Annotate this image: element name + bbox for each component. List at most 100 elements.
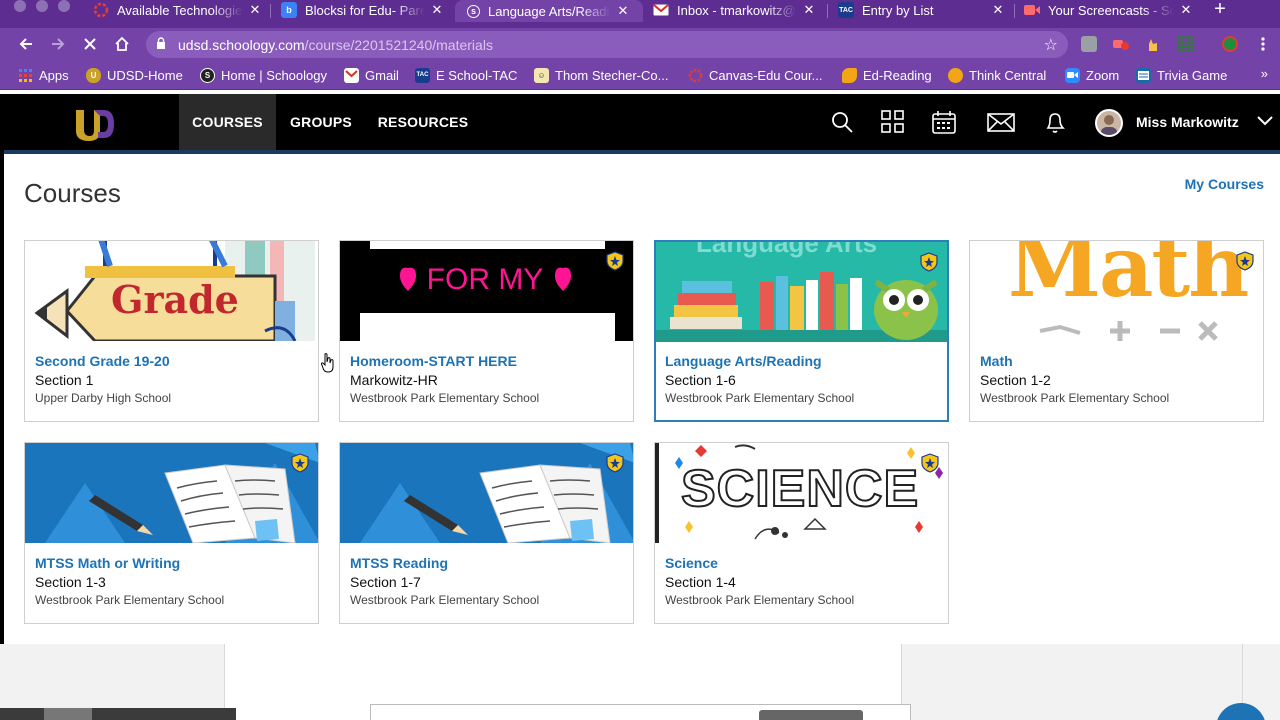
profile-extension-icon[interactable] — [1222, 36, 1238, 52]
language-arts-image-text: Language Arts — [696, 242, 878, 258]
tab-title: Entry by List — [862, 2, 934, 18]
back-icon[interactable] — [14, 32, 38, 56]
course-section: Section 1-2 — [980, 372, 1051, 388]
course-name[interactable]: Science — [665, 555, 718, 571]
gmail-icon — [653, 2, 669, 18]
bookmark-zoom[interactable]: Zoom — [1065, 67, 1119, 83]
browser-tab[interactable]: Available Technologies ✕ — [93, 0, 263, 20]
course-card-language-arts[interactable]: Language Arts Language Arts/Reading Sect… — [654, 240, 949, 422]
nav-groups[interactable]: GROUPS — [276, 94, 366, 150]
zoom-icon — [1065, 67, 1080, 83]
chevron-down-icon[interactable] — [1256, 114, 1274, 128]
hand-cursor-icon — [320, 353, 335, 373]
tab-title: Inbox - tmarkowitz@u — [677, 2, 797, 18]
course-name[interactable]: Second Grade 19-20 — [35, 353, 170, 369]
course-school: Westbrook Park Elementary School — [980, 391, 1170, 405]
verified-badge-icon — [605, 251, 625, 271]
canvas-icon — [688, 68, 703, 83]
grade-image-text: Grade — [111, 277, 239, 322]
new-tab-icon[interactable]: + — [1210, 0, 1230, 21]
bookmark-label: Ed-Reading — [863, 67, 932, 83]
schoology-icon: s — [467, 4, 480, 18]
extension-k-icon[interactable] — [1081, 36, 1097, 52]
bookmark-label: E School-TAC — [436, 67, 518, 83]
tab-title: Language Arts/Reading — [488, 3, 611, 19]
window-minimize-dot[interactable] — [36, 0, 48, 12]
nav-courses[interactable]: COURSES — [179, 94, 276, 150]
bookmark-trivia-game[interactable]: Trivia Game — [1136, 67, 1227, 83]
notifications-bell-icon[interactable] — [1043, 110, 1067, 134]
course-card-homeroom[interactable]: FOR MY Homeroom-START HERE Markowitz-HR … — [339, 240, 634, 422]
bookmark-eschool-tac[interactable]: TAC E School-TAC — [415, 67, 517, 83]
forward-icon[interactable] — [46, 32, 70, 56]
apps-grid-icon[interactable] — [881, 110, 905, 134]
nav-resources[interactable]: RESOURCES — [366, 94, 480, 150]
red-circle-icon — [93, 2, 109, 18]
url-text: udsd.schoology.com/course/2201521240/mat… — [178, 36, 493, 53]
tab-close-icon[interactable]: ✕ — [801, 2, 817, 18]
for-my-image-text: FOR MY — [426, 263, 544, 296]
course-name[interactable]: Math — [980, 353, 1013, 369]
avatar[interactable] — [1095, 109, 1123, 137]
window-zoom-dot[interactable] — [58, 0, 70, 12]
bookmarks-overflow-icon[interactable]: » — [1261, 66, 1268, 81]
messages-icon[interactable] — [987, 110, 1015, 134]
user-name[interactable]: Miss Markowitz — [1136, 114, 1239, 130]
verified-badge-icon — [919, 252, 939, 272]
bookmark-apps[interactable]: Apps — [18, 67, 69, 83]
bookmark-thom-stecher[interactable]: ☺ Thom Stecher-Co... — [534, 67, 668, 83]
bookmark-label: Zoom — [1086, 67, 1120, 83]
bookmark-label: Think Central — [969, 67, 1047, 83]
address-bar[interactable]: udsd.schoology.com/course/2201521240/mat… — [146, 31, 1068, 58]
course-section: Section 1 — [35, 372, 94, 388]
search-icon[interactable] — [830, 110, 854, 134]
bookmark-ed-reading[interactable]: Ed-Reading — [842, 67, 932, 83]
course-card-science[interactable]: SCIENCE Science Section 1-4 Westbrook Pa… — [654, 442, 949, 624]
district-logo[interactable] — [72, 106, 116, 142]
course-card-second-grade[interactable]: Grade Second Grade 19-20 Section 1 Upper… — [24, 240, 319, 422]
course-section: Section 1-6 — [665, 372, 736, 388]
bookmark-udsd-home[interactable]: U UDSD-Home — [86, 67, 183, 83]
course-card-mtss-math-writing[interactable]: MTSS Math or Writing Section 1-3 Westbro… — [24, 442, 319, 624]
browser-tab[interactable]: TAC Entry by List ✕ — [838, 0, 1006, 20]
popup-dialog-button[interactable] — [759, 710, 863, 720]
course-school: Westbrook Park Elementary School — [665, 593, 855, 607]
bookmark-schoology[interactable]: S Home | Schoology — [200, 67, 327, 83]
course-name[interactable]: MTSS Math or Writing — [35, 555, 180, 571]
left-toolbar-strip — [0, 708, 236, 720]
course-image-open-book-pencil — [25, 443, 318, 543]
bookmark-gmail[interactable]: Gmail — [344, 67, 399, 83]
window-close-dot[interactable] — [14, 0, 26, 12]
bookmark-think-central[interactable]: Think Central — [948, 67, 1046, 83]
browser-menu-icon[interactable] — [1251, 32, 1275, 56]
screencastify-extension-icon[interactable] — [1113, 36, 1129, 52]
calendar-icon[interactable] — [932, 110, 956, 134]
tab-close-icon[interactable]: ✕ — [990, 2, 1006, 18]
course-name[interactable]: MTSS Reading — [350, 555, 448, 571]
course-card-math[interactable]: Math Math Section 1-2 Westbrook Park Ele… — [969, 240, 1264, 422]
bookmark-label: Apps — [39, 67, 69, 83]
hand-extension-icon[interactable] — [1145, 36, 1161, 52]
browser-tab[interactable]: b Blocksi for Edu- Parent ✕ — [281, 0, 445, 20]
home-icon[interactable] — [110, 32, 134, 56]
bookmark-label: UDSD-Home — [107, 67, 183, 83]
schoology-icon: S — [200, 67, 215, 83]
course-card-mtss-reading[interactable]: MTSS Reading Section 1-7 Westbrook Park … — [339, 442, 634, 624]
course-name[interactable]: Homeroom-START HERE — [350, 353, 517, 369]
bookmark-canvas[interactable]: Canvas-Edu Cour... — [688, 67, 822, 83]
browser-tab-strip: Available Technologies ✕ b Blocksi for E… — [0, 0, 1280, 28]
browser-tab[interactable]: Your Screencasts - Sc ✕ — [1024, 0, 1194, 20]
tab-close-icon[interactable]: ✕ — [429, 2, 445, 18]
course-name[interactable]: Language Arts/Reading — [665, 353, 822, 369]
browser-tab-active[interactable]: s Language Arts/Reading ✕ — [455, 0, 643, 22]
tab-close-icon[interactable]: ✕ — [1178, 2, 1194, 18]
my-courses-link[interactable]: My Courses — [1185, 176, 1264, 192]
bookmark-star-icon[interactable]: ☆ — [1044, 35, 1058, 55]
stop-loading-icon[interactable] — [78, 32, 102, 56]
tab-title: Blocksi for Edu- Parent — [305, 2, 425, 18]
tab-close-icon[interactable]: ✕ — [615, 3, 631, 19]
browser-tab[interactable]: Inbox - tmarkowitz@u ✕ — [653, 0, 817, 20]
grid-extension-icon[interactable] — [1177, 36, 1193, 52]
course-section: Section 1-7 — [350, 574, 421, 590]
tab-close-icon[interactable]: ✕ — [247, 2, 263, 18]
